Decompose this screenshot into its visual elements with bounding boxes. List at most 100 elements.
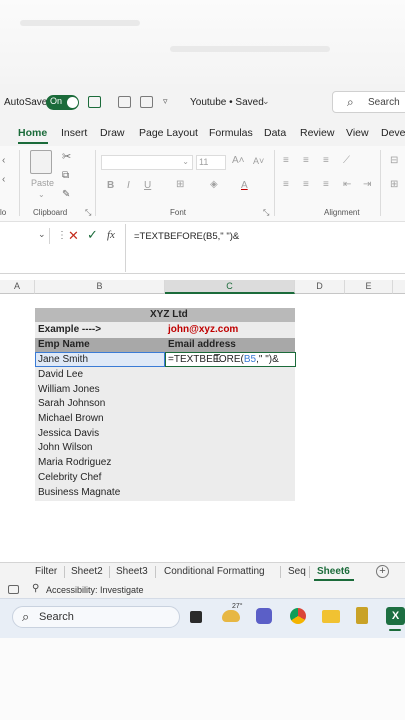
tab-developer[interactable]: Deve xyxy=(381,127,405,139)
dialog-launcher-icon[interactable]: ⤡ xyxy=(263,208,269,218)
increase-font-icon[interactable]: A˄ xyxy=(232,155,245,166)
paste-icon[interactable] xyxy=(30,150,52,174)
align-bottom-icon[interactable]: ≡ xyxy=(323,155,329,166)
decrease-font-icon[interactable]: A˅ xyxy=(253,156,264,166)
more-options-icon[interactable]: ⋮ xyxy=(57,230,67,241)
tab-home[interactable]: Home xyxy=(18,127,47,139)
copy-icon[interactable]: ⧉ xyxy=(62,170,69,181)
tab-insert[interactable]: Insert xyxy=(61,127,87,139)
orientation-icon[interactable]: ⟋ xyxy=(343,155,350,166)
teams-icon[interactable] xyxy=(256,608,272,624)
add-sheet-icon[interactable]: + xyxy=(376,565,389,578)
align-top-icon[interactable]: ≡ xyxy=(283,155,289,166)
align-left-icon[interactable]: ≡ xyxy=(283,179,289,190)
customize-qat-icon[interactable]: ▿ xyxy=(163,96,168,107)
document-title[interactable]: Youtube • Saved xyxy=(190,97,264,108)
ribbon-chevron-icon[interactable]: ‹ xyxy=(2,174,5,185)
formula-prefix: =TEXTBEFORE(B5," ")& xyxy=(166,353,279,368)
column-header-a[interactable]: A xyxy=(0,280,35,294)
name-cell[interactable]: John Wilson xyxy=(36,441,92,456)
accessibility-status[interactable]: Accessibility: Investigate xyxy=(46,585,144,595)
name-cell[interactable]: Maria Rodriguez xyxy=(36,456,111,471)
app-icon[interactable] xyxy=(356,607,368,624)
font-color-icon[interactable]: A xyxy=(241,180,248,191)
merge-icon[interactable]: ⊞ xyxy=(390,179,398,190)
underline-icon[interactable]: U xyxy=(144,180,151,191)
align-center-icon[interactable]: ≡ xyxy=(303,179,309,190)
save-icon[interactable] xyxy=(88,96,101,108)
taskbar-search[interactable]: ⌕ Search xyxy=(12,606,180,628)
paste-dropdown-icon[interactable]: ⌄ xyxy=(38,190,45,199)
increase-indent-icon[interactable]: ⇥ xyxy=(363,179,371,190)
column-header-d[interactable]: D xyxy=(295,280,345,294)
name-cell[interactable]: William Jones xyxy=(36,383,100,398)
sheet-tab-conditional-formatting[interactable]: Conditional Formatting xyxy=(164,566,265,577)
formula-input[interactable]: =TEXTBEFORE(B5," ")& xyxy=(134,231,239,242)
name-cell[interactable]: Sarah Johnson xyxy=(36,397,105,412)
chrome-icon[interactable] xyxy=(290,608,306,624)
sheet-tab-sheet6[interactable]: Sheet6 xyxy=(317,566,350,577)
autosave-toggle[interactable]: On xyxy=(46,95,79,110)
tab-data[interactable]: Data xyxy=(264,127,286,139)
accessibility-icon[interactable]: ⚲ xyxy=(32,583,39,594)
tab-page-layout[interactable]: Page Layout xyxy=(139,127,198,139)
font-size-dropdown[interactable]: 11 xyxy=(196,155,226,170)
font-name-dropdown[interactable]: ⌄ xyxy=(101,155,193,170)
tab-review[interactable]: Review xyxy=(300,127,334,139)
align-middle-icon[interactable]: ≡ xyxy=(303,155,309,166)
decrease-indent-icon[interactable]: ⇤ xyxy=(343,179,351,190)
column-header-c[interactable]: C xyxy=(165,280,295,294)
cancel-icon[interactable]: ✕ xyxy=(68,228,79,244)
background-blur xyxy=(0,638,405,720)
layout-icon[interactable] xyxy=(140,96,153,108)
active-app-indicator xyxy=(389,629,401,631)
name-cell[interactable]: Jessica Davis xyxy=(36,427,99,442)
name-box[interactable]: ⌄ xyxy=(0,228,50,244)
file-explorer-icon[interactable] xyxy=(322,610,340,623)
cut-icon[interactable]: ✂ xyxy=(62,150,71,163)
clipboard-group-label: Clipboard xyxy=(33,208,68,217)
dialog-launcher-icon[interactable]: ⤡ xyxy=(85,208,91,218)
task-view-icon[interactable] xyxy=(190,611,202,623)
bold-icon[interactable]: B xyxy=(107,180,114,191)
sheet-title-cell[interactable]: XYZ Ltd xyxy=(148,308,188,323)
formula-fn: =TEXTBEFORE( xyxy=(168,354,244,365)
sheet-tab-sheet3[interactable]: Sheet3 xyxy=(116,566,148,577)
column-header-b[interactable]: B xyxy=(35,280,165,294)
wrap-text-icon[interactable]: ⊟ xyxy=(390,155,398,166)
format-painter-icon[interactable]: ✎ xyxy=(62,189,70,200)
italic-icon[interactable]: I xyxy=(127,180,130,191)
chevron-down-icon: ⌄ xyxy=(38,229,46,239)
header-email[interactable]: Email address xyxy=(166,338,236,353)
tab-draw[interactable]: Draw xyxy=(100,127,125,139)
name-cell[interactable]: David Lee xyxy=(36,368,83,383)
excel-icon[interactable]: X xyxy=(386,607,405,625)
insert-function-icon[interactable]: fx xyxy=(107,229,115,241)
paste-label[interactable]: Paste xyxy=(31,178,54,188)
macro-icon[interactable] xyxy=(8,585,19,594)
sheet-tab-sheet2[interactable]: Sheet2 xyxy=(71,566,103,577)
name-cell[interactable]: Celebrity Chef xyxy=(36,471,101,486)
align-right-icon[interactable]: ≡ xyxy=(323,179,329,190)
weather-icon[interactable] xyxy=(222,610,240,622)
enter-icon[interactable]: ✓ xyxy=(87,227,98,243)
header-emp-name[interactable]: Emp Name xyxy=(36,338,90,353)
example-value-cell[interactable]: john@xyz.com xyxy=(166,323,238,338)
sheet-tab-filter[interactable]: Filter xyxy=(35,566,57,577)
taskbar-search-label: Search xyxy=(39,611,74,623)
camera-icon[interactable] xyxy=(118,96,131,108)
fill-color-icon[interactable]: ◈ xyxy=(210,179,218,190)
chevron-down-icon[interactable]: ⌄ xyxy=(262,96,270,107)
borders-icon[interactable]: ⊞ xyxy=(176,179,184,190)
tab-formulas[interactable]: Formulas xyxy=(209,127,253,139)
tab-view[interactable]: View xyxy=(346,127,369,139)
name-cell[interactable]: Jane Smith xyxy=(36,353,88,368)
search-box[interactable]: ⌕ Search xyxy=(332,91,405,113)
name-cell[interactable]: Business Magnate xyxy=(36,486,120,501)
column-header-e[interactable]: E xyxy=(345,280,393,294)
active-editing-cell[interactable]: =TEXTBEFORE(B5," ")& Ɪ xyxy=(165,352,296,367)
name-cell[interactable]: Michael Brown xyxy=(36,412,104,427)
example-label-cell[interactable]: Example ----> xyxy=(36,323,101,338)
ribbon-chevron-icon[interactable]: ‹ xyxy=(2,155,5,166)
sheet-tab-seq[interactable]: Seq xyxy=(288,566,306,577)
